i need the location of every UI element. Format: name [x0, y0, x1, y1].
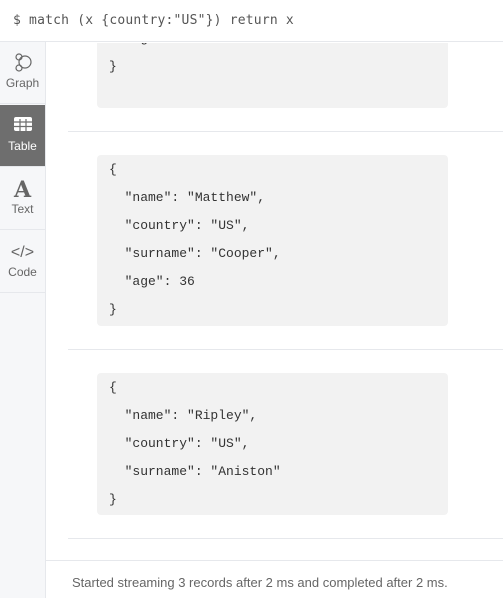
- json-line: "age": 24: [109, 43, 436, 53]
- record-card: { "name": "Matthew", "country": "US", "s…: [97, 155, 448, 326]
- json-line: "age": 36: [109, 274, 195, 289]
- divider: [68, 131, 503, 132]
- json-line: }: [109, 59, 117, 74]
- query-editor[interactable]: $ match (x {country:"US"}) return x: [0, 0, 503, 42]
- divider: [68, 538, 503, 539]
- json-line: }: [109, 492, 117, 507]
- json-line: "name": "Matthew",: [109, 190, 266, 205]
- text-icon: A: [13, 177, 32, 203]
- json-line: "surname": "Aniston": [109, 464, 281, 479]
- status-text: Started streaming 3 records after 2 ms a…: [72, 575, 448, 590]
- divider: [68, 349, 503, 350]
- sidebar-item-label: Code: [8, 265, 37, 279]
- view-sidebar: Graph Table A Text </> Code: [0, 42, 46, 598]
- graph-icon: [0, 52, 45, 76]
- json-line: "country": "US",: [109, 436, 250, 451]
- code-icon: </>: [10, 244, 35, 261]
- json-line: {: [109, 162, 117, 177]
- status-bar: Started streaming 3 records after 2 ms a…: [46, 560, 503, 598]
- sidebar-item-text[interactable]: A Text: [0, 168, 45, 230]
- json-line: }: [109, 302, 117, 317]
- table-icon: [0, 115, 45, 139]
- sidebar-item-label: Text: [11, 202, 34, 216]
- json-line: "name": "Ripley",: [109, 408, 258, 423]
- results-pane[interactable]: "age": 24 } { "name": "Matthew", "countr…: [46, 43, 503, 560]
- sidebar-item-label: Graph: [5, 76, 40, 90]
- record-card: "age": 24 }: [97, 43, 448, 108]
- sidebar-item-label: Table: [8, 139, 37, 153]
- sidebar-item-code[interactable]: </> Code: [0, 231, 45, 293]
- record-card: { "name": "Ripley", "country": "US", "su…: [97, 373, 448, 515]
- json-line: {: [109, 380, 117, 395]
- json-line: "surname": "Cooper",: [109, 246, 281, 261]
- json-line: "country": "US",: [109, 218, 250, 233]
- sidebar-item-table[interactable]: Table: [0, 105, 45, 167]
- sidebar-item-graph[interactable]: Graph: [0, 42, 45, 104]
